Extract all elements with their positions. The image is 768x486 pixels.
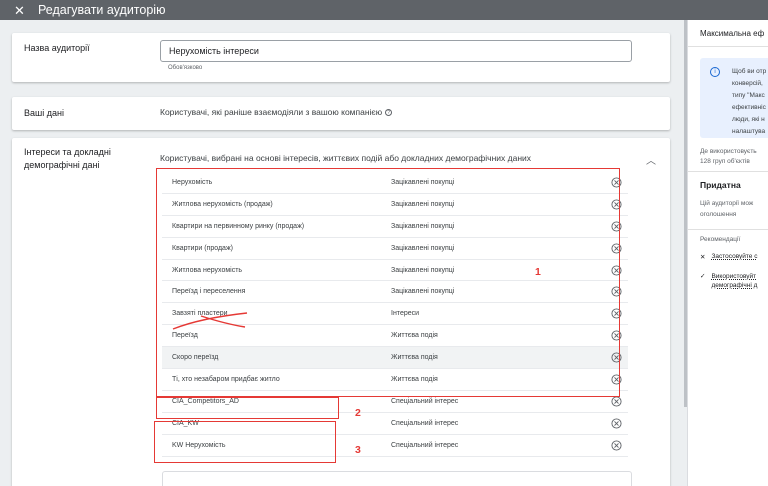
- segment-type: Зацікавлені покупці: [391, 288, 455, 296]
- suitable-title: Придатна: [700, 180, 741, 190]
- segment-row: Нерухомість Зацікавлені покупці: [162, 172, 628, 194]
- remove-icon[interactable]: [608, 221, 624, 232]
- recommendation-1[interactable]: ✕ Застосовуйте с: [700, 253, 757, 261]
- remove-icon[interactable]: [608, 264, 624, 276]
- segment-row: Скоро переїзд Життєва подія: [162, 347, 628, 370]
- segment-row: Квартири на первинному ринку (продаж) Зац…: [162, 216, 628, 238]
- remove-icon[interactable]: [608, 396, 624, 407]
- segment-row: Житлова нерухомість (продаж) Зацікавлені …: [162, 194, 628, 216]
- divider: [688, 46, 768, 47]
- segment-name: CIA_KW: [172, 419, 199, 427]
- your-data-value: Користувачі, які раніше взаємодіяли з ва…: [160, 107, 393, 117]
- remove-icon[interactable]: [608, 308, 624, 319]
- segment-name: Скоро переїзд: [172, 354, 219, 362]
- interests-description: Користувачі, вибрані на основі інтересів…: [160, 153, 532, 163]
- segment-name: Квартири на первинному ринку (продаж): [172, 222, 305, 230]
- segment-row: Квартири (продаж) Зацікавлені покупці: [162, 238, 628, 260]
- segment-type: Життєва подія: [391, 332, 438, 340]
- segment-row: Ті, хто незабаром придбає житло Життєва п…: [162, 369, 628, 391]
- side-panel-title: Максимальна еф: [700, 29, 765, 38]
- your-data-card[interactable]: Ваші дані Користувачі, які раніше взаємо…: [12, 97, 670, 130]
- segment-name: CIA_Competitors_AD: [172, 397, 239, 405]
- strike-through-mark: [172, 312, 248, 330]
- audience-name-label: Назва аудиторії: [24, 43, 90, 53]
- suitable-text: Цій аудиторії мож оголошення: [700, 200, 754, 218]
- segment-row: Переїзд і переселення Зацікавлені покупці: [162, 281, 628, 304]
- audience-name-input[interactable]: Нерухомість інтереси: [160, 40, 632, 62]
- interests-label: Інтереси та докладні демографічні дані: [24, 147, 111, 170]
- remove-icon[interactable]: [608, 352, 624, 363]
- segment-type: Зацікавлені покупці: [391, 266, 455, 274]
- remove-icon[interactable]: [608, 418, 624, 429]
- your-data-text: Користувачі, які раніше взаємодіяли з ва…: [160, 107, 383, 117]
- your-data-label: Ваші дані: [24, 108, 64, 118]
- annotation-label-2: 2: [355, 407, 361, 419]
- chevron-up-icon[interactable]: ︿: [646, 152, 656, 167]
- segment-type: Спеціальний інтерес: [391, 419, 459, 427]
- remove-icon[interactable]: [608, 374, 624, 385]
- info-box: i Щоб ви отр конверсій, типу "Макс ефект…: [700, 58, 768, 138]
- required-hint: Обов'язково: [168, 65, 203, 71]
- segment-type: Зацікавлені покупці: [391, 200, 455, 208]
- segment-type: Зацікавлені покупці: [391, 222, 455, 230]
- remove-icon[interactable]: [608, 330, 624, 341]
- divider: [688, 171, 768, 172]
- recommendation-2[interactable]: ✓ Використовуйт демографічні д: [700, 272, 757, 290]
- segment-type: Зацікавлені покупці: [391, 178, 455, 186]
- remove-icon[interactable]: [608, 243, 624, 254]
- remove-icon[interactable]: [608, 177, 624, 188]
- segment-name: Квартири (продаж): [172, 244, 233, 252]
- check-icon: ✓: [700, 273, 706, 280]
- segment-search-input[interactable]: [162, 471, 632, 486]
- segment-name: Житлова нерухомість: [172, 266, 243, 274]
- segment-row: Житлова нерухомість Зацікавлені покупці: [162, 260, 628, 282]
- segment-type: Життєва подія: [391, 354, 438, 362]
- top-bar: ✕ Редагувати аудиторію: [0, 0, 768, 20]
- side-panel: Максимальна еф i Щоб ви отр конверсій, т…: [687, 20, 768, 486]
- recommendations-label: Рекомендації: [700, 236, 741, 243]
- segment-type: Спеціальний інтерес: [391, 397, 459, 405]
- segment-row: CIA_KW Спеціальний інтерес: [162, 413, 628, 435]
- segment-name: Нерухомість: [172, 178, 213, 186]
- usage-text: Де використовуєть 128 груп об'єктів: [700, 148, 757, 165]
- segment-type: Життєва подія: [391, 375, 438, 383]
- segment-name: Ті, хто незабаром придбає житло: [172, 375, 280, 383]
- segment-name: Переїзд: [172, 332, 198, 340]
- divider: [688, 229, 768, 230]
- remove-icon[interactable]: [608, 199, 624, 210]
- remove-icon[interactable]: [608, 440, 624, 451]
- remove-icon[interactable]: [608, 286, 624, 297]
- page-title: Редагувати аудиторію: [38, 3, 166, 17]
- segment-type: Зацікавлені покупці: [391, 244, 455, 252]
- segment-row: KW Нерухомість Спеціальний інтерес: [162, 435, 628, 457]
- annotation-label-3: 3: [355, 444, 361, 456]
- segment-type: Інтереси: [391, 310, 420, 318]
- segment-row: CIA_Competitors_AD Спеціальний інтерес: [162, 391, 628, 413]
- segment-name: Житлова нерухомість (продаж): [172, 200, 273, 208]
- segment-name: Переїзд і переселення: [172, 288, 246, 296]
- annotation-label-1: 1: [535, 266, 541, 278]
- info-text: Щоб ви отр конверсій, типу "Макс ефектив…: [732, 68, 767, 135]
- close-icon: ✕: [700, 254, 706, 261]
- help-icon[interactable]: ?: [385, 109, 393, 117]
- close-icon[interactable]: ✕: [14, 4, 28, 17]
- audience-name-card: Назва аудиторії Нерухомість інтереси Обо…: [12, 33, 670, 82]
- segment-type: Спеціальний інтерес: [391, 441, 459, 449]
- info-icon: i: [710, 67, 720, 77]
